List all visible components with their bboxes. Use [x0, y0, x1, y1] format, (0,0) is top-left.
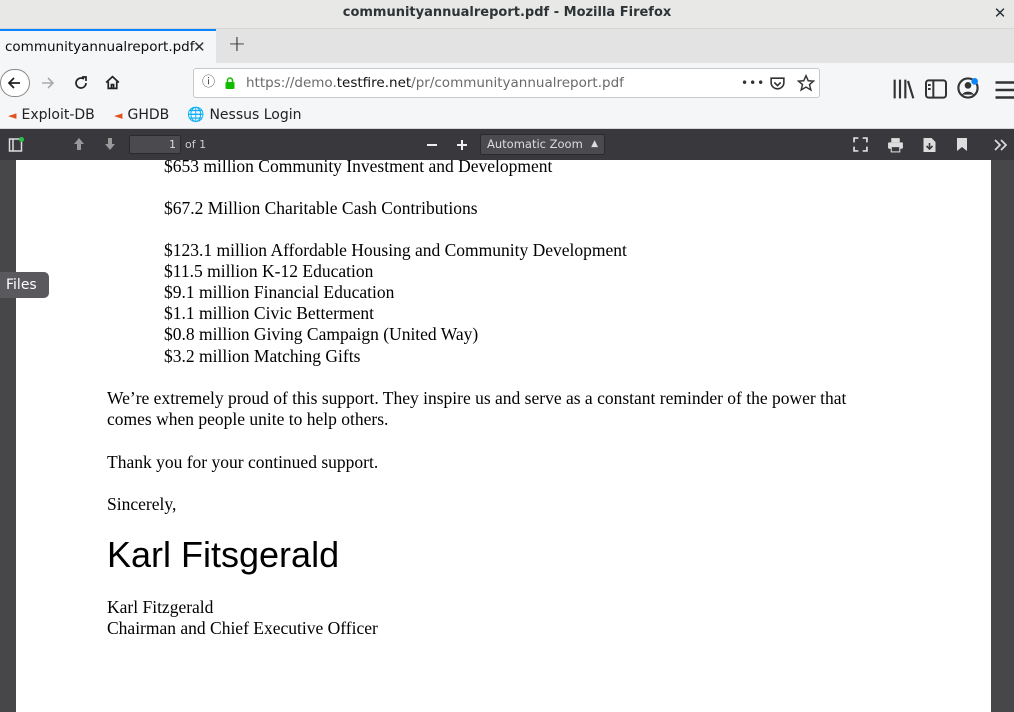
minus-icon [427, 144, 437, 146]
window-close-button[interactable]: ✕ [990, 3, 1010, 23]
new-tab-button[interactable]: + [225, 29, 249, 61]
download-icon [923, 138, 935, 152]
bookmark-ghdb[interactable]: ◄ GHDB [114, 103, 169, 128]
zoom-out-button[interactable] [422, 129, 442, 160]
library-icon[interactable] [892, 75, 916, 103]
zoom-in-button[interactable] [452, 129, 472, 160]
tab-close-button[interactable]: ✕ [193, 31, 206, 63]
doc-paragraph-line: comes when people unite to help others. [107, 409, 389, 429]
bookmark-label: GHDB [127, 107, 170, 123]
doc-line: $9.1 million Financial Education [164, 282, 395, 302]
arrow-left-icon [7, 77, 20, 89]
pdf-toolbar: 1 of 1 Automatic Zoom ▲ [0, 129, 1014, 160]
home-button[interactable] [98, 69, 126, 97]
download-button[interactable] [918, 129, 940, 160]
doc-line: $3.2 million Matching Gifts [164, 346, 361, 366]
doc-signature: Karl Fitsgerald [107, 534, 340, 575]
url-domain: testfire.net [336, 75, 412, 91]
toggle-sidebar-button[interactable] [6, 129, 26, 160]
window-titlebar: communityannualreport.pdf - Mozilla Fire… [0, 0, 1014, 29]
pdf-page: $653 million Community Investment and De… [16, 160, 991, 712]
bookmark-icon [957, 138, 967, 151]
home-icon [105, 75, 119, 90]
files-tooltip: Files [0, 272, 49, 298]
page-number-input[interactable]: 1 [129, 135, 181, 154]
fullscreen-icon [852, 137, 868, 152]
plus-icon [457, 140, 467, 150]
reload-icon [75, 76, 87, 89]
doc-line: $1.1 million Civic Betterment [164, 303, 374, 323]
lock-icon[interactable] [224, 77, 236, 89]
sidebar-icon[interactable] [924, 75, 948, 103]
doc-closing: Sincerely, [107, 494, 177, 514]
exploit-db-icon: ◄ [8, 109, 17, 122]
pocket-icon[interactable] [769, 75, 786, 92]
window-title: communityannualreport.pdf - Mozilla Fire… [342, 5, 672, 20]
tab-strip: communityannualreport.pdf ✕ + [0, 29, 1014, 63]
doc-line: $653 million Community Investment and De… [164, 160, 553, 176]
reload-button[interactable] [67, 69, 95, 97]
page-actions-icon[interactable]: ••• [741, 69, 765, 97]
url-text[interactable]: https://demo.testfire.net/pr/communityan… [246, 69, 624, 97]
tab-communityannualreport[interactable]: communityannualreport.pdf ✕ [0, 29, 216, 63]
menu-icon[interactable] [994, 76, 1014, 104]
bookmark-exploit-db[interactable]: ◄ Exploit-DB [8, 103, 95, 128]
zoom-value: Automatic Zoom [487, 137, 583, 151]
print-button[interactable] [884, 129, 906, 160]
arrow-down-icon [105, 138, 115, 150]
forward-button[interactable] [33, 69, 61, 97]
doc-line: $67.2 Million Charitable Cash Contributi… [164, 198, 478, 218]
url-prefix: https://demo. [246, 75, 337, 91]
select-arrows-icon: ▲ [591, 139, 598, 149]
page-count: of 1 [185, 138, 207, 151]
ghdb-icon: ◄ [114, 109, 123, 122]
doc-line: $123.1 million Affordable Housing and Co… [164, 240, 627, 260]
bookmark-view-button[interactable] [952, 129, 972, 160]
doc-paragraph-line: We’re extremely proud of this support. T… [107, 388, 847, 408]
doc-signer-role: Chairman and Chief Executive Officer [107, 618, 378, 638]
previous-page-button[interactable] [68, 129, 90, 160]
double-chevron-right-icon [994, 139, 1008, 151]
bookmark-label: Nessus Login [209, 107, 302, 123]
arrow-right-icon [42, 77, 55, 89]
presentation-mode-button[interactable] [850, 129, 870, 160]
account-icon[interactable] [956, 74, 980, 102]
viewer-scrollbar[interactable] [1005, 160, 1014, 712]
url-bar[interactable]: ⓘ https://demo.testfire.net/pr/community… [193, 68, 820, 98]
doc-signer-name: Karl Fitzgerald [107, 597, 214, 617]
doc-line: $11.5 million K-12 Education [164, 261, 374, 281]
arrow-up-icon [74, 138, 84, 150]
bookmark-star-icon[interactable] [797, 74, 815, 92]
print-icon [887, 138, 903, 153]
zoom-select[interactable]: Automatic Zoom ▲ [480, 134, 605, 155]
tools-button[interactable] [990, 129, 1012, 160]
url-path: /pr/communityannualreport.pdf [411, 75, 624, 91]
sidebar-toggle-icon [8, 137, 24, 152]
bookmark-label: Exploit-DB [21, 107, 95, 123]
doc-line: $0.8 million Giving Campaign (United Way… [164, 324, 479, 344]
globe-icon: 🌐 [187, 107, 205, 123]
bookmark-nessus-login[interactable]: 🌐 Nessus Login [187, 103, 302, 127]
bookmarks-toolbar: ◄ Exploit-DB ◄ GHDB 🌐 Nessus Login [0, 103, 1014, 129]
next-page-button[interactable] [99, 129, 121, 160]
tab-label: communityannualreport.pdf [5, 39, 195, 55]
back-button[interactable] [0, 69, 30, 97]
site-info-icon[interactable]: ⓘ [202, 69, 215, 97]
pdf-viewer[interactable]: $653 million Community Investment and De… [0, 160, 1014, 712]
doc-thanks: Thank you for your continued support. [107, 452, 379, 472]
navigation-bar: ⓘ https://demo.testfire.net/pr/community… [0, 63, 1014, 103]
